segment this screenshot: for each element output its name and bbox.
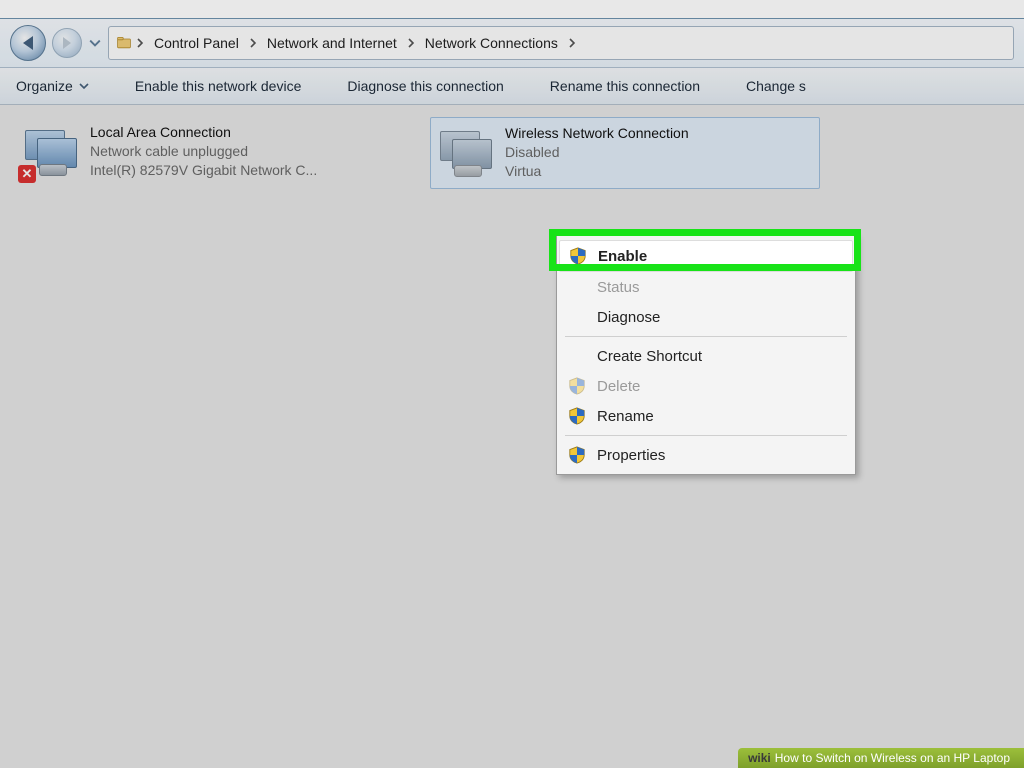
address-bar[interactable]: Control Panel Network and Internet Netwo… bbox=[108, 26, 1014, 60]
breadcrumb-network-connections[interactable]: Network Connections bbox=[418, 32, 565, 54]
menu-enable[interactable]: Enable bbox=[559, 240, 853, 272]
chevron-icon[interactable] bbox=[248, 38, 258, 48]
connection-icon: ✕ bbox=[22, 123, 80, 181]
connection-text: Wireless Network Connection Disabled Vir… bbox=[505, 124, 689, 182]
shield-icon bbox=[567, 406, 587, 426]
context-menu: Enable Status Diagnose Create Shortcut D… bbox=[556, 235, 856, 475]
change-label: Change s bbox=[746, 78, 806, 94]
shield-icon bbox=[567, 376, 587, 396]
menu-delete-label: Delete bbox=[597, 378, 640, 395]
enable-device-label: Enable this network device bbox=[135, 78, 302, 94]
organize-label: Organize bbox=[16, 78, 73, 94]
menu-diagnose[interactable]: Diagnose bbox=[559, 302, 853, 332]
arrow-right-icon bbox=[63, 37, 71, 49]
connection-adapter: Virtua bbox=[505, 162, 689, 181]
diagnose-button[interactable]: Diagnose this connection bbox=[343, 74, 507, 98]
menu-rename-label: Rename bbox=[597, 408, 654, 425]
menu-properties[interactable]: Properties bbox=[559, 440, 853, 470]
error-icon: ✕ bbox=[18, 165, 36, 183]
shield-icon bbox=[568, 246, 588, 266]
menu-create-shortcut-label: Create Shortcut bbox=[597, 348, 702, 365]
diagnose-label: Diagnose this connection bbox=[347, 78, 503, 94]
toolbar: Organize Enable this network device Diag… bbox=[0, 68, 1024, 105]
window-header: Control Panel Network and Internet Netwo… bbox=[0, 19, 1024, 68]
nav-row: Control Panel Network and Internet Netwo… bbox=[0, 19, 1024, 67]
breadcrumb-control-panel[interactable]: Control Panel bbox=[147, 32, 246, 54]
footer-text: How to Switch on Wireless on an HP Lapto… bbox=[775, 751, 1010, 765]
enable-device-button[interactable]: Enable this network device bbox=[131, 74, 306, 98]
menu-rename[interactable]: Rename bbox=[559, 401, 853, 431]
connection-status: Network cable unplugged bbox=[90, 142, 317, 161]
organize-menu[interactable]: Organize bbox=[12, 74, 93, 98]
menu-properties-label: Properties bbox=[597, 447, 665, 464]
menu-diagnose-label: Diagnose bbox=[597, 309, 660, 326]
shield-icon bbox=[567, 445, 587, 465]
connection-local-area[interactable]: ✕ Local Area Connection Network cable un… bbox=[16, 117, 406, 189]
menu-separator bbox=[565, 336, 847, 337]
menu-delete: Delete bbox=[559, 371, 853, 401]
chevron-icon[interactable] bbox=[135, 38, 145, 48]
arrow-left-icon bbox=[23, 36, 33, 50]
connection-icon bbox=[437, 124, 495, 182]
location-icon bbox=[115, 34, 133, 52]
forward-button[interactable] bbox=[52, 28, 82, 58]
connection-title: Local Area Connection bbox=[90, 123, 317, 142]
rename-button[interactable]: Rename this connection bbox=[546, 74, 704, 98]
breadcrumb-network-internet[interactable]: Network and Internet bbox=[260, 32, 404, 54]
connection-text: Local Area Connection Network cable unpl… bbox=[90, 123, 317, 183]
watermark-footer: wiki How to Switch on Wireless on an HP … bbox=[738, 748, 1024, 768]
menu-status: Status bbox=[559, 272, 853, 302]
connection-title: Wireless Network Connection bbox=[505, 124, 689, 143]
recent-dropdown[interactable] bbox=[88, 36, 102, 50]
content-area: ✕ Local Area Connection Network cable un… bbox=[0, 105, 1024, 201]
footer-prefix: wiki bbox=[748, 751, 771, 765]
menu-create-shortcut[interactable]: Create Shortcut bbox=[559, 341, 853, 371]
connection-wireless[interactable]: Wireless Network Connection Disabled Vir… bbox=[430, 117, 820, 189]
menu-separator bbox=[565, 435, 847, 436]
menu-enable-label: Enable bbox=[598, 248, 647, 265]
chevron-down-icon bbox=[79, 81, 89, 91]
back-button[interactable] bbox=[10, 25, 46, 61]
connection-status: Disabled bbox=[505, 143, 689, 162]
explorer-window: Control Panel Network and Internet Netwo… bbox=[0, 18, 1024, 768]
rename-label: Rename this connection bbox=[550, 78, 700, 94]
connection-adapter: Intel(R) 82579V Gigabit Network C... bbox=[90, 161, 317, 180]
change-button[interactable]: Change s bbox=[742, 74, 810, 98]
chevron-icon[interactable] bbox=[406, 38, 416, 48]
chevron-icon[interactable] bbox=[567, 38, 577, 48]
menu-status-label: Status bbox=[597, 279, 640, 296]
